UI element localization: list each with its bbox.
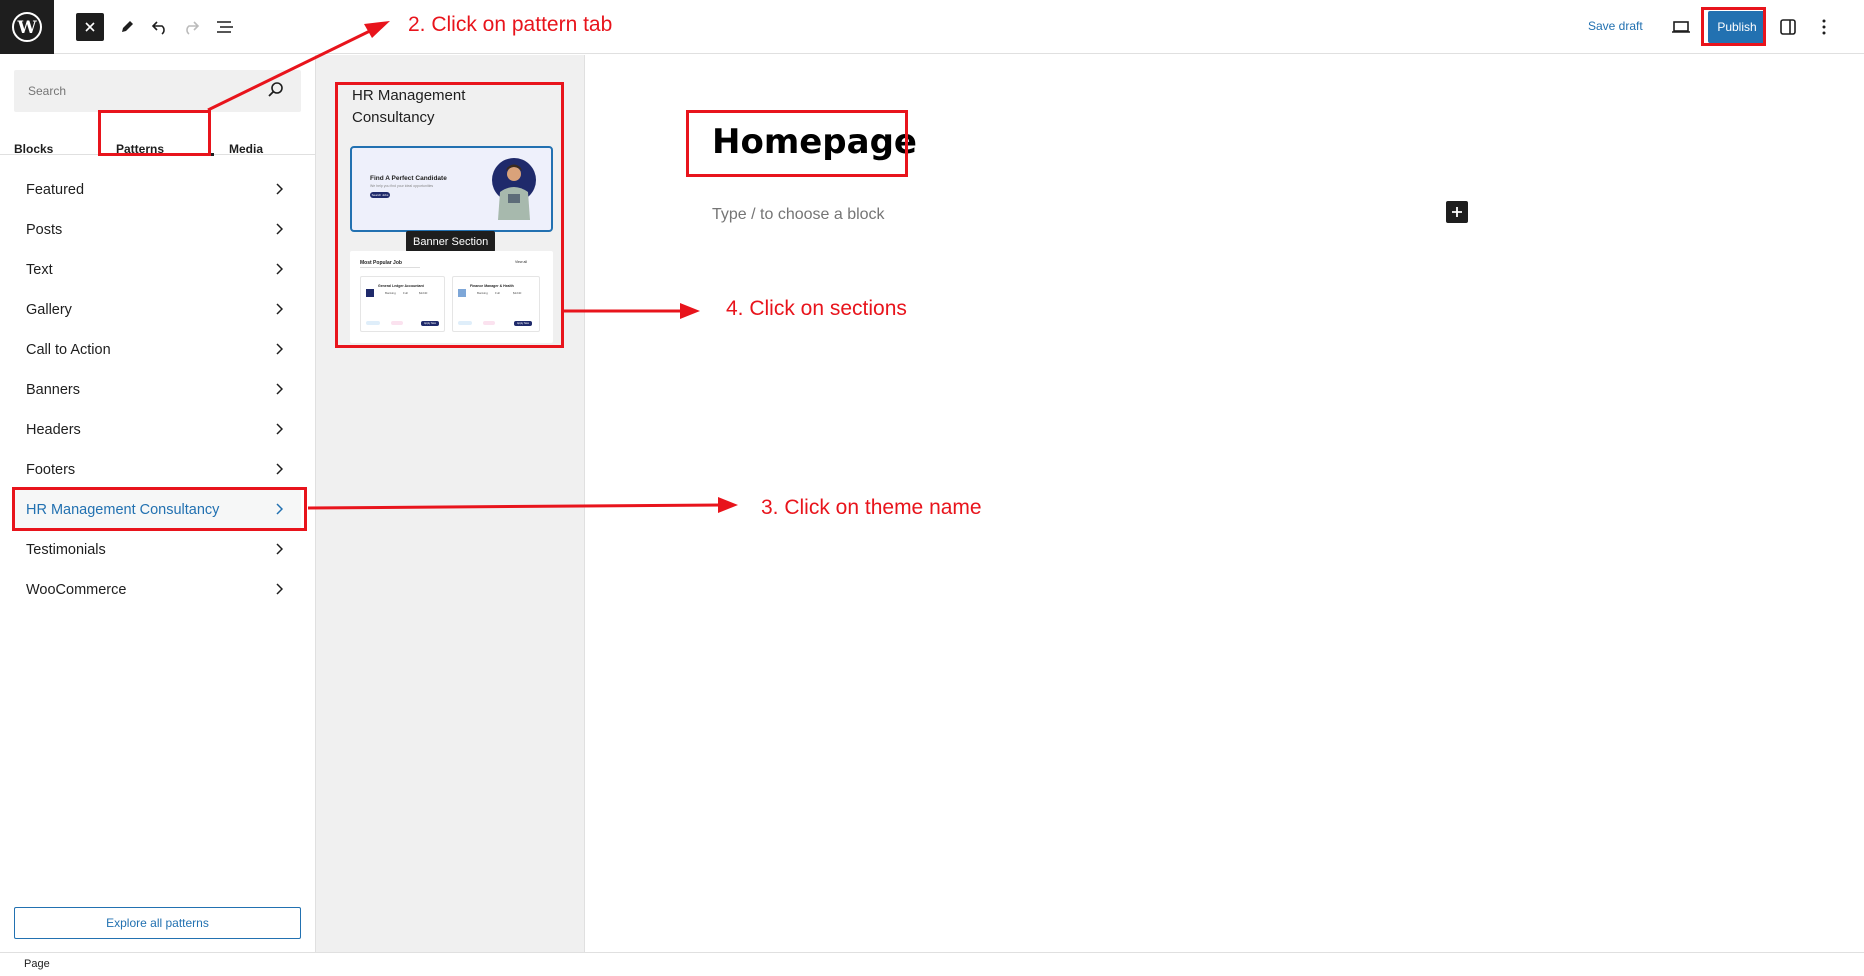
arrow-head-icon <box>364 21 390 38</box>
arrow-to-pattern-tab <box>207 26 377 112</box>
arrow-head-icon <box>680 303 700 319</box>
arrow-to-theme-name <box>307 503 723 510</box>
annotation-step-4: 4. Click on sections <box>726 297 907 320</box>
annotation-step-2: 2. Click on pattern tab <box>408 13 613 36</box>
annotation-step-3: 3. Click on theme name <box>761 496 982 519</box>
annotation-arrows <box>207 21 738 513</box>
arrow-head-icon <box>718 497 738 513</box>
